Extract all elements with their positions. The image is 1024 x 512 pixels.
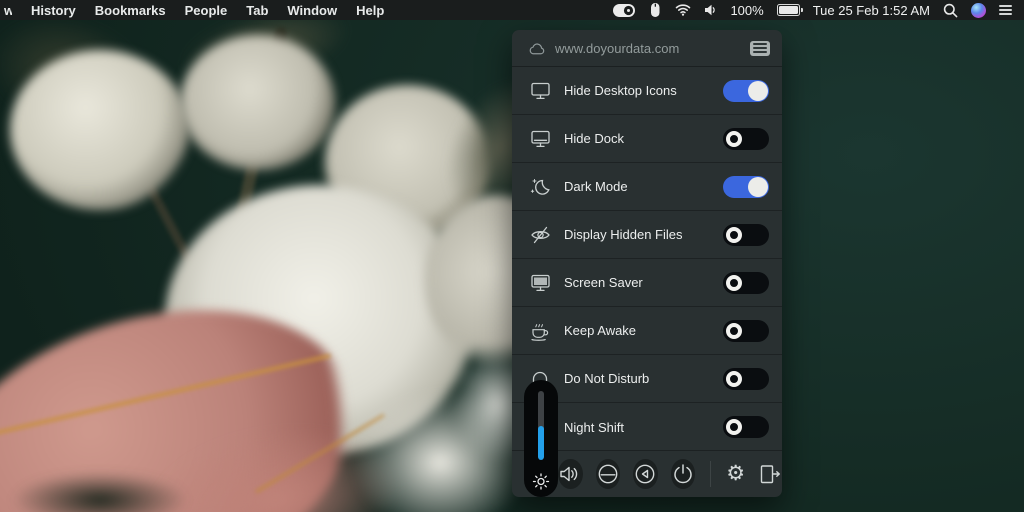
coffee-icon xyxy=(528,321,552,341)
menu-item-history[interactable]: History xyxy=(31,3,76,18)
setting-label: Hide Dock xyxy=(564,131,624,146)
battery-icon xyxy=(776,4,803,16)
menu-item-clipped[interactable]: w xyxy=(4,3,12,18)
menu-item-tab[interactable]: Tab xyxy=(246,3,268,18)
do-not-disturb-toggle[interactable] xyxy=(723,367,769,390)
gear-icon[interactable]: ⚙ xyxy=(726,463,745,484)
hide-dock-toggle[interactable] xyxy=(723,127,769,150)
panel-site-link[interactable]: www.doyourdata.com xyxy=(555,41,750,56)
screen-saver-toggle[interactable] xyxy=(723,271,769,294)
setting-label: Keep Awake xyxy=(564,323,637,338)
cloud-logo-icon xyxy=(528,41,546,56)
keep-awake-toggle[interactable] xyxy=(723,319,769,342)
wifi-icon[interactable] xyxy=(675,4,691,16)
screensaver-icon xyxy=(528,273,552,292)
volume-icon[interactable] xyxy=(704,4,717,16)
mouse-battery-icon[interactable] xyxy=(648,2,662,18)
menu-bar-status: 100% Tue 25 Feb 1:52 AM xyxy=(613,2,1024,18)
siri-icon[interactable] xyxy=(971,2,986,18)
desktop: w History Bookmarks People Tab Window He… xyxy=(0,0,1024,512)
setting-row-hide-dock: Hide Dock xyxy=(512,115,782,163)
brightness-slider[interactable] xyxy=(524,380,558,497)
setting-row-keep-awake: Keep Awake xyxy=(512,307,782,355)
back-triangle-icon[interactable] xyxy=(633,459,658,489)
setting-label: Screen Saver xyxy=(564,275,643,290)
brightness-fill xyxy=(538,425,544,460)
dock-icon xyxy=(528,129,552,148)
setting-row-hide-desktop-icons: Hide Desktop Icons xyxy=(512,67,782,115)
menu-bar-menus: w History Bookmarks People Tab Window He… xyxy=(0,3,384,18)
battery-percent: 100% xyxy=(730,2,764,18)
app-toggle-icon[interactable] xyxy=(613,3,636,17)
setting-row-screen-saver: Screen Saver xyxy=(512,259,782,307)
setting-row-display-hidden-files: Display Hidden Files xyxy=(512,211,782,259)
moon-stars-icon xyxy=(528,177,552,197)
display-hidden-files-toggle[interactable] xyxy=(723,223,769,246)
brightness-track[interactable] xyxy=(538,391,544,460)
white-rose-blob xyxy=(180,35,335,170)
desktop-icon xyxy=(528,81,552,100)
dark-mode-toggle[interactable] xyxy=(723,175,769,198)
panel-header: www.doyourdata.com xyxy=(512,30,782,67)
setting-label: Display Hidden Files xyxy=(564,227,683,242)
quick-settings-panel: www.doyourdata.com Hide Desktop Icons Hi… xyxy=(512,30,782,497)
setting-label: Do Not Disturb xyxy=(564,371,650,386)
speaker-icon[interactable] xyxy=(558,459,583,489)
setting-label: Night Shift xyxy=(564,419,624,435)
setting-row-dark-mode: Dark Mode xyxy=(512,163,782,211)
setting-label: Dark Mode xyxy=(564,179,628,194)
sun-icon xyxy=(532,473,550,490)
menu-item-bookmarks[interactable]: Bookmarks xyxy=(95,3,166,18)
menu-item-people[interactable]: People xyxy=(185,3,228,18)
minus-circle-icon[interactable] xyxy=(595,459,621,489)
menu-item-help[interactable]: Help xyxy=(356,3,384,18)
quit-door-icon[interactable] xyxy=(758,464,782,484)
power-icon[interactable] xyxy=(670,459,696,489)
night-shift-toggle[interactable] xyxy=(723,416,769,438)
menu-item-window[interactable]: Window xyxy=(287,3,337,18)
eye-slash-icon xyxy=(528,226,552,244)
hamburger-menu-icon[interactable] xyxy=(750,40,770,56)
menu-bar: w History Bookmarks People Tab Window He… xyxy=(0,0,1024,20)
notification-center-icon[interactable] xyxy=(999,5,1012,15)
search-icon[interactable] xyxy=(943,3,958,18)
footer-divider xyxy=(710,461,712,487)
menu-bar-clock[interactable]: Tue 25 Feb 1:52 AM xyxy=(813,3,930,18)
white-rose-blob xyxy=(10,50,190,210)
setting-label: Hide Desktop Icons xyxy=(564,83,677,98)
hide-desktop-icons-toggle[interactable] xyxy=(723,79,769,102)
